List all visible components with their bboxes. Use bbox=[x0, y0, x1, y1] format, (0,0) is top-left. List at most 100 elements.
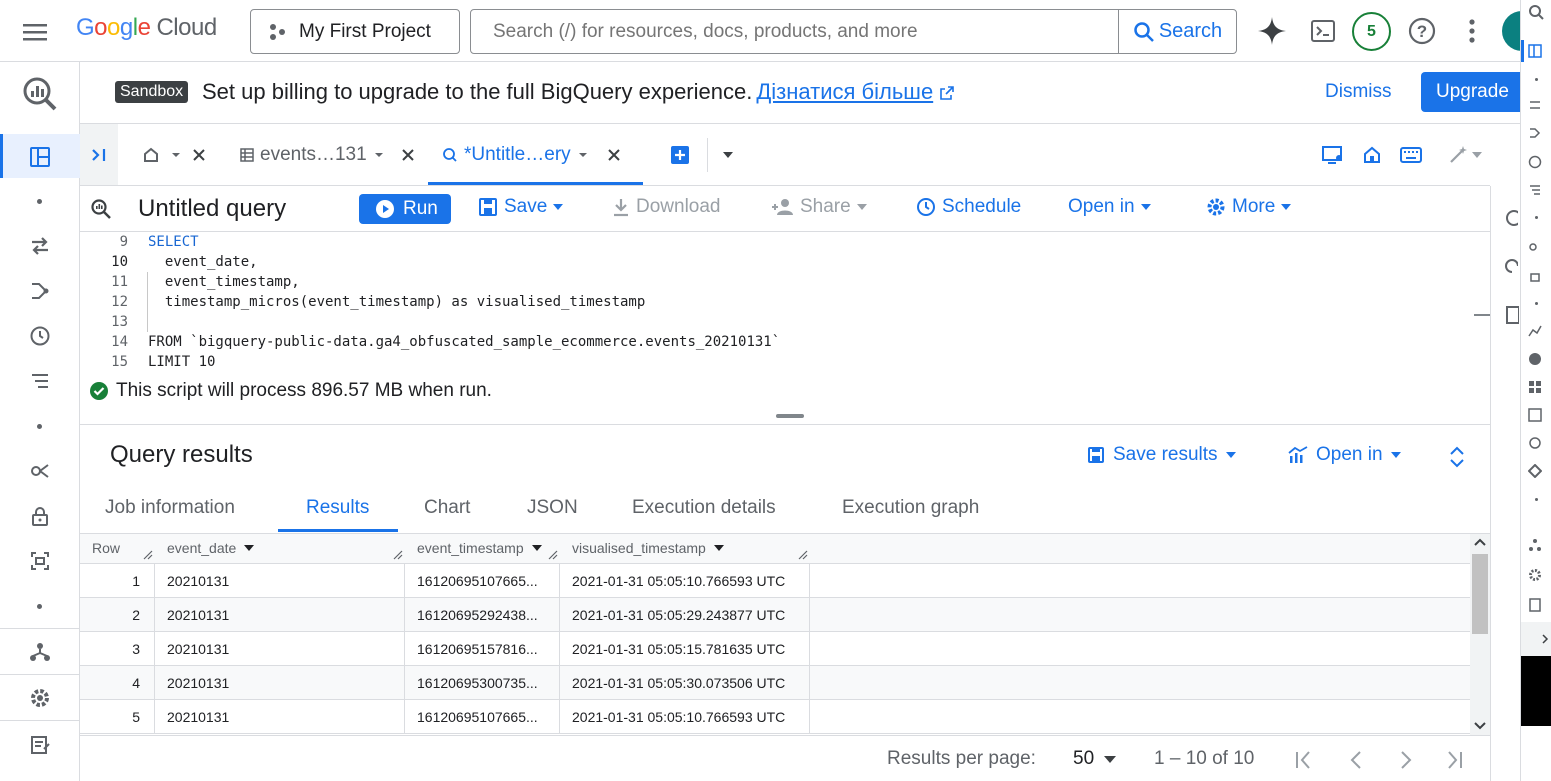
notes-icon[interactable] bbox=[1505, 306, 1519, 324]
scroll-up-icon[interactable] bbox=[1474, 538, 1486, 546]
tab-execution-details[interactable]: Execution details bbox=[632, 497, 776, 519]
save-button[interactable]: Save bbox=[478, 196, 564, 218]
strip-grid-icon[interactable] bbox=[1528, 380, 1544, 396]
run-button[interactable]: Run bbox=[359, 194, 451, 224]
editor-tools-button[interactable] bbox=[1448, 124, 1488, 185]
schedule-button[interactable]: Schedule bbox=[916, 196, 1021, 218]
table-row[interactable]: 1 20210131 16120695107665... 2021-01-31 … bbox=[80, 564, 1470, 598]
tab-menu-caret-icon[interactable] bbox=[373, 151, 385, 159]
strip-collapse-button[interactable] bbox=[1521, 622, 1551, 656]
upgrade-button[interactable]: Upgrade bbox=[1421, 72, 1531, 112]
capacity-icon[interactable] bbox=[29, 550, 51, 572]
search-input[interactable] bbox=[471, 10, 1118, 53]
strip-circle-icon[interactable] bbox=[1528, 436, 1544, 452]
tab-results[interactable]: Results bbox=[306, 497, 369, 519]
table-row[interactable]: 3 20210131 16120695157816... 2021-01-31 … bbox=[80, 632, 1470, 666]
editor-results-splitter[interactable] bbox=[776, 414, 804, 418]
panel-icon[interactable] bbox=[1504, 210, 1518, 226]
notifications-badge[interactable]: 5 bbox=[1352, 12, 1391, 51]
search-button[interactable]: Search bbox=[1118, 10, 1236, 53]
column-resize-handle[interactable] bbox=[798, 550, 808, 560]
studio-icon[interactable] bbox=[29, 146, 51, 168]
partner-center-icon[interactable] bbox=[29, 641, 51, 663]
help-icon[interactable]: ? bbox=[1407, 16, 1437, 46]
next-page-icon[interactable] bbox=[1396, 750, 1416, 770]
strip-diamond-icon[interactable] bbox=[1528, 464, 1544, 480]
column-resize-handle[interactable] bbox=[143, 550, 153, 560]
strip-gear-icon[interactable] bbox=[1528, 568, 1544, 584]
home-tab-button[interactable] bbox=[1362, 124, 1382, 185]
table-row[interactable]: 4 20210131 16120695300735... 2021-01-31 … bbox=[80, 666, 1470, 700]
strip-notes-icon[interactable] bbox=[1528, 598, 1544, 614]
data-transfers-icon[interactable] bbox=[29, 235, 51, 257]
project-picker-button[interactable]: My First Project bbox=[250, 9, 460, 54]
tab-execution-graph[interactable]: Execution graph bbox=[842, 497, 979, 519]
column-resize-handle[interactable] bbox=[548, 550, 558, 560]
sort-caret-icon[interactable] bbox=[244, 545, 255, 551]
more-options-icon[interactable] bbox=[1460, 18, 1484, 44]
table-row[interactable]: 2 20210131 16120695292438... 2021-01-31 … bbox=[80, 598, 1470, 632]
strip-studio-icon[interactable] bbox=[1528, 44, 1544, 60]
open-in-button[interactable]: Open in bbox=[1068, 196, 1151, 218]
previous-page-icon[interactable] bbox=[1346, 750, 1366, 770]
new-tab-options-button[interactable] bbox=[722, 124, 738, 185]
column-header-visualised-timestamp[interactable]: visualised_timestamp bbox=[572, 540, 724, 556]
strip-explore-icon[interactable] bbox=[1528, 352, 1544, 368]
sort-caret-icon[interactable] bbox=[713, 545, 724, 551]
tab-untitled-query[interactable]: *Untitle…ery bbox=[442, 124, 642, 185]
release-notes-icon[interactable] bbox=[29, 734, 51, 756]
more-button[interactable]: More bbox=[1206, 196, 1292, 218]
tab-chart[interactable]: Chart bbox=[424, 497, 470, 519]
strip-pipelines-icon[interactable] bbox=[1528, 126, 1544, 142]
scroll-down-icon[interactable] bbox=[1474, 722, 1486, 730]
download-button[interactable]: Download bbox=[612, 196, 721, 218]
collapse-explorer-button[interactable] bbox=[80, 124, 118, 185]
tab-menu-caret-icon[interactable] bbox=[577, 151, 589, 159]
strip-transfers-icon[interactable] bbox=[1528, 98, 1544, 114]
sql-editor[interactable]: 9 SELECT 10 event_date, 11 event_timestam… bbox=[80, 232, 1490, 372]
save-results-button[interactable]: Save results bbox=[1087, 444, 1236, 466]
scheduled-queries-icon[interactable] bbox=[29, 325, 51, 347]
workflows-icon[interactable] bbox=[29, 370, 51, 392]
data-lineage-icon[interactable] bbox=[29, 460, 51, 482]
table-scrollbar[interactable] bbox=[1470, 534, 1490, 735]
close-tab-icon[interactable] bbox=[401, 148, 415, 162]
pipelines-icon[interactable] bbox=[29, 280, 51, 302]
close-tab-icon[interactable] bbox=[607, 148, 621, 162]
scroll-thumb[interactable] bbox=[1472, 554, 1488, 634]
query-title[interactable]: Untitled query bbox=[138, 195, 286, 223]
new-query-button[interactable] bbox=[670, 124, 690, 185]
tab-events-table[interactable]: events…131 bbox=[240, 124, 420, 185]
cloud-shell-icon[interactable] bbox=[1309, 17, 1337, 45]
column-header-event-timestamp[interactable]: event_timestamp bbox=[417, 540, 542, 556]
expand-collapse-icon[interactable] bbox=[1448, 445, 1466, 469]
column-resize-handle[interactable] bbox=[393, 550, 403, 560]
column-header-event-date[interactable]: event_date bbox=[167, 540, 255, 556]
last-page-icon[interactable] bbox=[1444, 750, 1464, 770]
results-open-in-button[interactable]: Open in bbox=[1288, 444, 1401, 466]
strip-partner-icon[interactable] bbox=[1528, 538, 1544, 554]
strip-table-icon[interactable] bbox=[1528, 408, 1544, 424]
sort-caret-icon[interactable] bbox=[531, 545, 542, 551]
tab-menu-caret-icon[interactable] bbox=[170, 151, 182, 159]
first-page-icon[interactable] bbox=[1294, 750, 1314, 770]
tab-job-information[interactable]: Job information bbox=[105, 497, 235, 519]
strip-logo-icon[interactable] bbox=[1528, 4, 1544, 20]
google-cloud-logo[interactable]: Google Cloud bbox=[76, 14, 217, 42]
strip-lineage-icon[interactable] bbox=[1528, 240, 1544, 256]
gemini-sparkle-icon[interactable] bbox=[1256, 15, 1288, 47]
tab-home[interactable] bbox=[142, 124, 217, 185]
open-in-window-button[interactable] bbox=[1322, 124, 1344, 185]
lock-icon[interactable] bbox=[29, 505, 51, 527]
strip-chart-icon[interactable] bbox=[1528, 324, 1544, 340]
results-per-page-select[interactable]: 50 bbox=[1073, 748, 1117, 770]
strip-workflows-icon[interactable] bbox=[1528, 183, 1544, 199]
close-tab-icon[interactable] bbox=[192, 148, 206, 162]
table-row[interactable]: 5 20210131 16120695107665... 2021-01-31 … bbox=[80, 700, 1470, 734]
bigquery-logo-icon[interactable] bbox=[20, 74, 60, 114]
main-menu-icon[interactable] bbox=[20, 17, 50, 47]
strip-clock-icon[interactable] bbox=[1528, 155, 1544, 171]
dismiss-button[interactable]: Dismiss bbox=[1325, 81, 1392, 103]
keyboard-shortcuts-button[interactable] bbox=[1400, 124, 1424, 185]
history-icon[interactable] bbox=[1504, 258, 1518, 274]
